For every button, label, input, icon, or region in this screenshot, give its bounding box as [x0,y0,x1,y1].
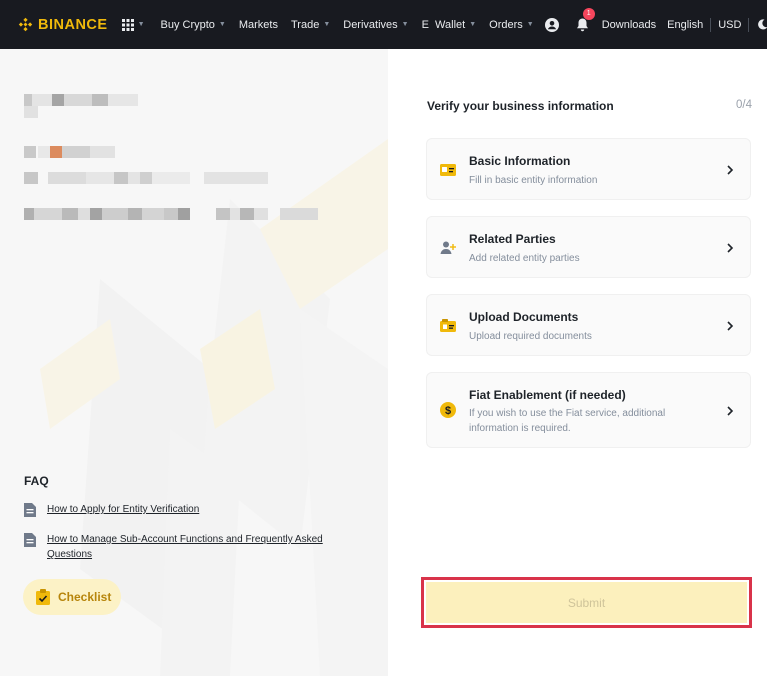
step-subtitle: Fill in basic entity information [469,175,598,186]
checklist-button[interactable]: Checklist [23,579,121,615]
faq-item: How to Manage Sub-Account Functions and … [24,532,347,562]
nav-trade[interactable]: Trade ▼ [291,19,330,31]
step-card-upload-documents[interactable]: Upload Documents Upload required documen… [426,294,751,356]
chevron-down-icon: ▼ [137,21,145,28]
binance-diamond-icon [18,17,33,32]
step-title: Related Parties [469,232,556,246]
nav-wallet[interactable]: E Wallet ▼ [422,19,477,31]
faq-title: FAQ [24,474,49,488]
nav-divider [710,17,712,32]
submit-button[interactable]: Submit [426,582,747,623]
document-icon [24,503,36,517]
chevron-down-icon: ▼ [469,21,477,28]
entity-info-panel: FAQ How to Apply for Entity Verification… [0,49,388,676]
step-subtitle: If you wish to use the Fiat service, add… [469,408,666,434]
nav-buy-crypto[interactable]: Buy Crypto ▼ [161,19,226,31]
document-icon [24,533,36,547]
step-title: Upload Documents [469,310,579,324]
apps-menu-button[interactable]: ▼ [121,18,145,31]
account-button[interactable] [544,17,559,32]
nav-orders[interactable]: Orders ▼ [489,19,534,31]
chevron-right-icon [727,165,734,175]
notifications-button[interactable]: 1 [576,7,595,32]
verify-section-title: Verify your business information [427,99,614,113]
language-selector[interactable]: English [667,19,703,31]
brand-name: BINANCE [38,16,108,33]
chevron-down-icon: ▼ [526,21,534,28]
add-user-icon [440,241,456,254]
downloads-link[interactable]: Downloads [602,19,656,31]
id-card-icon [440,164,456,176]
top-navigation-bar: BINANCE ▼ Buy Crypto ▼ Markets Trade ▼ Der… [0,0,767,49]
chevron-right-icon [727,321,734,331]
dollar-coin-icon: $ [440,402,456,418]
faq-item: How to Apply for Entity Verification [24,502,347,517]
chevron-down-icon: ▼ [323,21,331,28]
step-subtitle: Upload required documents [469,331,592,342]
nav-divider [748,17,750,32]
bell-icon [576,18,588,31]
step-card-basic-information[interactable]: Basic Information Fill in basic entity i… [426,138,751,200]
step-card-related-parties[interactable]: Related Parties Add related entity parti… [426,216,751,278]
chevron-right-icon [727,243,734,253]
grid-icon [121,18,134,31]
nav-markets[interactable]: Markets [239,19,278,31]
svg-text:$: $ [445,405,451,417]
step-title: Basic Information [469,154,571,168]
theme-toggle[interactable] [757,19,767,30]
chevron-right-icon [727,406,734,416]
notification-count-badge: 1 [582,7,595,20]
binance-logo[interactable]: BINANCE [17,16,108,33]
faq-link-sub-account[interactable]: How to Manage Sub-Account Functions and … [47,532,347,562]
moon-icon [758,19,767,30]
checklist-label: Checklist [58,590,112,604]
nav-derivatives[interactable]: Derivatives ▼ [343,19,408,31]
chevron-down-icon: ▼ [218,21,226,28]
step-card-fiat-enablement[interactable]: $ Fiat Enablement (if needed) If you wis… [426,372,751,448]
chevron-down-icon: ▼ [401,21,409,28]
step-subtitle: Add related entity parties [469,253,580,264]
document-upload-icon [440,319,456,332]
clipboard-check-icon [36,589,50,605]
verify-progress-count: 0/4 [736,99,752,111]
top-right-controls: 1 Downloads English USD [534,7,767,32]
faq-link-entity-verification[interactable]: How to Apply for Entity Verification [47,502,347,517]
step-title: Fiat Enablement (if needed) [469,388,626,402]
currency-selector[interactable]: USD [718,19,741,31]
user-circle-icon [544,17,559,32]
